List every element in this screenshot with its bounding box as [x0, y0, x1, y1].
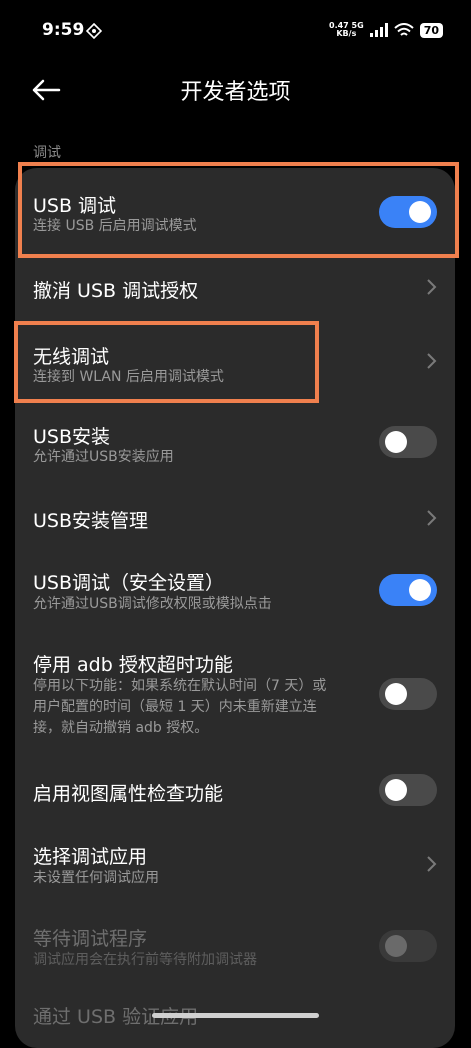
setting-subtitle: 调试应用会在执行前等待附加调试器 [33, 952, 257, 968]
chevron-right-icon [427, 510, 437, 526]
toggle-knob [385, 935, 407, 957]
status-time: 9:59 [42, 20, 85, 40]
setting-title: 撤消 USB 调试授权 [33, 280, 199, 302]
setting-subtitle: 连接到 WLAN 后启用调试模式 [33, 369, 224, 385]
vpn-key-icon [86, 23, 102, 39]
status-icons: 0.47 5G KB/s 70 [329, 22, 443, 38]
page-title: 开发者选项 [180, 80, 291, 105]
toggle-knob [385, 683, 407, 705]
setting-view-attribute-inspection[interactable]: 启用视图属性检查功能 [15, 752, 455, 828]
setting-title: USB安装管理 [33, 510, 149, 532]
setting-usb-debugging-security[interactable]: USB调试（安全设置） 允许通过USB调试修改权限或模拟点击 [15, 552, 455, 634]
subtitle-line: 停用以下功能：如果系统在默认时间（7 天）或 [33, 678, 327, 694]
settings-panel: USB 调试 连接 USB 后启用调试模式 撤消 USB 调试授权 无线调试 连… [15, 168, 455, 1048]
setting-title: 无线调试 [33, 346, 110, 368]
setting-revoke-usb-auth[interactable]: 撤消 USB 调试授权 [15, 248, 455, 322]
usb-install-toggle[interactable] [379, 426, 437, 458]
setting-title: 停用 adb 授权超时功能 [33, 654, 233, 676]
toggle-knob [409, 579, 431, 601]
setting-title: 等待调试程序 [33, 928, 148, 950]
cellular-signal-icon [369, 23, 388, 37]
toggle-knob [385, 431, 407, 453]
setting-usb-install[interactable]: USB安装 允许通过USB安装应用 [15, 400, 455, 482]
setting-title: 选择调试应用 [33, 846, 148, 868]
chevron-right-icon [427, 856, 437, 872]
wait-for-debugger-toggle [379, 930, 437, 962]
setting-usb-debugging[interactable]: USB 调试 连接 USB 后启用调试模式 [15, 168, 455, 248]
home-indicator [152, 1013, 319, 1018]
view-attribute-inspection-toggle[interactable] [379, 774, 437, 806]
chevron-right-icon [427, 353, 437, 369]
setting-usb-install-management[interactable]: USB安装管理 [15, 482, 455, 552]
section-title: 调试 [33, 145, 61, 161]
wifi-icon [394, 22, 414, 36]
toggle-knob [385, 779, 407, 801]
setting-verify-apps-over-usb: 通过 USB 验证应用 [15, 990, 455, 1048]
toggle-knob [409, 201, 431, 223]
setting-title: 启用视图属性检查功能 [33, 783, 224, 805]
setting-disable-adb-auth-timeout[interactable]: 停用 adb 授权超时功能 停用以下功能：如果系统在默认时间（7 天）或 用户配… [15, 634, 455, 752]
battery-indicator: 70 [419, 22, 443, 38]
setting-title: USB安装 [33, 426, 111, 448]
chevron-right-icon [427, 279, 437, 295]
setting-subtitle: 允许通过USB调试修改权限或模拟点击 [33, 596, 272, 612]
subtitle-line: 用户配置的时间（最短 1 天）内未重新建立连 [33, 699, 317, 715]
setting-subtitle: 未设置任何调试应用 [33, 870, 159, 886]
setting-wireless-debugging[interactable]: 无线调试 连接到 WLAN 后启用调试模式 [15, 322, 455, 400]
setting-subtitle: 允许通过USB安装应用 [33, 449, 174, 465]
app-header: 开发者选项 [0, 62, 471, 118]
setting-subtitle: 连接 USB 后启用调试模式 [33, 218, 197, 234]
setting-wait-for-debugger: 等待调试程序 调试应用会在执行前等待附加调试器 [15, 910, 455, 990]
usb-debugging-toggle[interactable] [379, 196, 437, 228]
subtitle-line: 接，就自动撤销 adb 授权。 [33, 720, 209, 736]
setting-title: USB 调试 [33, 195, 117, 217]
status-bar: 9:59 0.47 5G KB/s 70 [0, 0, 471, 62]
setting-select-debug-app[interactable]: 选择调试应用 未设置任何调试应用 [15, 828, 455, 910]
adb-auth-timeout-toggle[interactable] [379, 678, 437, 710]
setting-title: USB调试（安全设置） [33, 572, 225, 594]
setting-subtitle: 停用以下功能：如果系统在默认时间（7 天）或 用户配置的时间（最短 1 天）内未… [33, 676, 326, 739]
network-speed: 0.47 5G KB/s [329, 21, 364, 38]
usb-debugging-security-toggle[interactable] [379, 574, 437, 606]
